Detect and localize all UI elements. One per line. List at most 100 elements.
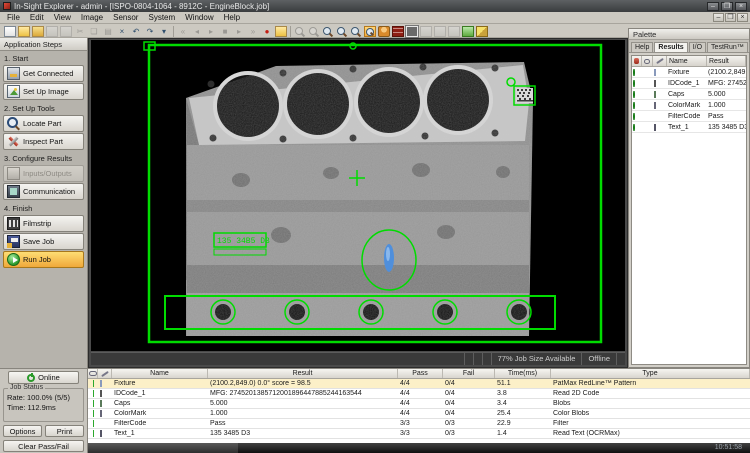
cell-type: PatMax RedLine™ Pattern xyxy=(551,380,750,387)
options-button[interactable]: Options xyxy=(3,425,42,437)
communication-label: Communication xyxy=(23,187,75,196)
tab-io[interactable]: I/O xyxy=(689,42,706,52)
tool-extra-1-icon[interactable] xyxy=(420,26,432,37)
online-toggle-button[interactable]: Online xyxy=(8,371,79,384)
table-row-text[interactable]: Text_1 135 3485 D3 3/3 0/3 1.4 Read Text… xyxy=(88,429,750,439)
step-forward-icon[interactable]: ▸ xyxy=(233,26,245,37)
open-job-icon[interactable] xyxy=(18,26,30,37)
palette-row-idcode[interactable]: IDCode_1 MFG: 27452013857 xyxy=(632,78,746,89)
mdi-minimize-button[interactable]: – xyxy=(713,13,724,22)
delete-icon[interactable]: × xyxy=(116,26,128,37)
cell-name: Caps xyxy=(112,400,208,407)
color-grid-icon[interactable] xyxy=(392,26,404,37)
print-preview-icon[interactable] xyxy=(60,26,72,37)
tab-testrun[interactable]: TestRun™ xyxy=(707,42,748,52)
toolbar-separator xyxy=(290,26,291,37)
menu-view[interactable]: View xyxy=(49,13,76,22)
app-icon xyxy=(3,2,11,10)
communication-button[interactable]: Communication xyxy=(3,183,84,200)
cell-name: ColorMark xyxy=(112,410,208,417)
inspect-part-button[interactable]: Inspect Part xyxy=(3,133,84,150)
run-job-button[interactable]: Run Job xyxy=(3,251,84,268)
user-access-icon[interactable] xyxy=(378,26,390,37)
zoom-tool-icon[interactable] xyxy=(294,26,306,37)
table-row-caps[interactable]: Caps 5.000 4/4 0/4 3.4 Blobs xyxy=(88,399,750,409)
menu-image[interactable]: Image xyxy=(76,13,108,22)
tool-extra-3-icon[interactable] xyxy=(448,26,460,37)
clear-passfail-button[interactable]: Clear Pass/Fail xyxy=(3,440,84,452)
image-canvas[interactable]: 135 34B5 D3 xyxy=(91,40,625,351)
get-connected-label: Get Connected xyxy=(23,69,73,78)
menu-help[interactable]: Help xyxy=(219,13,245,22)
filmstrip-button[interactable]: Filmstrip xyxy=(3,215,84,232)
step-back-icon[interactable]: ◂ xyxy=(191,26,203,37)
redo-icon[interactable]: ↷ xyxy=(144,26,156,37)
undo-icon[interactable]: ↶ xyxy=(130,26,142,37)
cell-pass: 4/4 xyxy=(398,380,443,387)
table-row-fixture[interactable]: Fixture (2100.2,849.0) 0.0° score = 98.5… xyxy=(88,379,750,389)
tab-results[interactable]: Results xyxy=(654,42,687,52)
palette-row-filtercode[interactable]: FilterCode Pass xyxy=(632,111,746,122)
minimize-button[interactable]: – xyxy=(707,2,719,11)
play-icon[interactable]: ▸ xyxy=(205,26,217,37)
locate-part-button[interactable]: Locate Part xyxy=(3,115,84,132)
palette-cell-result: (2100.2,849.0) 0.0 xyxy=(707,69,746,76)
menu-edit[interactable]: Edit xyxy=(25,13,49,22)
restore-button[interactable]: ❒ xyxy=(721,2,733,11)
go-last-icon[interactable]: » xyxy=(247,26,259,37)
open-filmstrip-icon[interactable] xyxy=(275,26,287,37)
print-icon[interactable] xyxy=(46,26,58,37)
cell-pass: 3/3 xyxy=(398,430,443,437)
palette-cell-result: 1.000 xyxy=(707,102,746,109)
zoom-in-icon[interactable] xyxy=(322,26,334,37)
cell-pass: 4/4 xyxy=(398,390,443,397)
application-steps-panel: Application Steps 1. Start Get Connected… xyxy=(0,38,88,368)
online-mode-status: Offline xyxy=(581,353,616,365)
print-button[interactable]: Print xyxy=(45,425,84,437)
tab-help[interactable]: Help xyxy=(631,42,653,52)
dropdown-caret-icon[interactable]: ▾ xyxy=(158,26,170,37)
paste-icon[interactable]: ▤ xyxy=(102,26,114,37)
menu-system[interactable]: System xyxy=(143,13,180,22)
zoom-fit-icon[interactable] xyxy=(364,26,376,37)
filter-tool-icon xyxy=(100,420,108,427)
save-job-button[interactable]: Save Job xyxy=(3,233,84,250)
save-job-icon[interactable] xyxy=(32,26,44,37)
color-blobs-tool-icon xyxy=(654,102,656,109)
set-up-image-button[interactable]: Set Up Image xyxy=(3,83,84,100)
cell-result: (2100.2,849.0) 0.0° score = 98.5 xyxy=(208,380,398,387)
palette-row-caps[interactable]: Caps 5.000 xyxy=(632,89,746,100)
tool-extra-2-icon[interactable] xyxy=(434,26,446,37)
annotate-icon[interactable] xyxy=(476,26,488,37)
get-connected-button[interactable]: Get Connected xyxy=(3,65,84,82)
pan-tool-icon[interactable] xyxy=(308,26,320,37)
mdi-close-button[interactable]: × xyxy=(737,13,748,22)
new-job-icon[interactable] xyxy=(4,26,16,37)
menu-file[interactable]: File xyxy=(2,13,25,22)
copy-icon[interactable]: ❏ xyxy=(88,26,100,37)
menu-sensor[interactable]: Sensor xyxy=(108,13,143,22)
palette-row-text[interactable]: Text_1 135 3485 D3 xyxy=(632,122,746,133)
record-icon[interactable]: ● xyxy=(261,26,273,37)
menu-window[interactable]: Window xyxy=(180,13,218,22)
measure-icon[interactable] xyxy=(462,26,474,37)
run-job-label: Run Job xyxy=(23,255,51,264)
close-button[interactable]: × xyxy=(735,2,747,11)
col-fail: Fail xyxy=(443,369,495,378)
stop-icon[interactable]: ■ xyxy=(219,26,231,37)
zoom-actual-icon[interactable] xyxy=(350,26,362,37)
zoom-out-icon[interactable] xyxy=(336,26,348,37)
section-set-up-tools: 2. Set Up Tools xyxy=(0,101,87,114)
region-frame-icon[interactable] xyxy=(406,26,418,37)
application-steps-header: Application Steps xyxy=(0,38,87,51)
table-row-filtercode[interactable]: FilterCode Pass 3/3 0/3 22.9 Filter xyxy=(88,419,750,429)
table-row-idcode[interactable]: IDCode_1 MFG: 27452013857120018964478852… xyxy=(88,389,750,399)
cut-icon[interactable]: ✂ xyxy=(74,26,86,37)
go-first-icon[interactable]: « xyxy=(177,26,189,37)
palette-row-fixture[interactable]: Fixture (2100.2,849.0) 0.0 xyxy=(632,67,746,78)
mdi-restore-button[interactable]: ❒ xyxy=(725,13,736,22)
results-table-header: Name Result Pass Fail Time(ms) Type xyxy=(88,369,750,379)
table-row-colormark[interactable]: ColorMark 1.000 4/4 0/4 25.4 Color Blobs xyxy=(88,409,750,419)
palette-row-colormark[interactable]: ColorMark 1.000 xyxy=(632,100,746,111)
set-up-image-label: Set Up Image xyxy=(23,87,69,96)
